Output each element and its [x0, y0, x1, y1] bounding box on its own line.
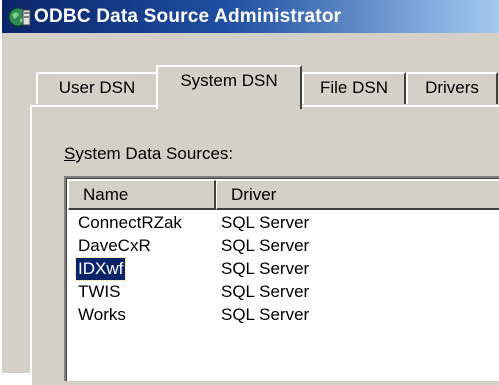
row-driver: SQL Server — [221, 213, 310, 232]
row-name: TWIS — [78, 282, 121, 301]
list-item[interactable]: ConnectRZak SQL Server — [68, 212, 499, 234]
label-text: ystem Data Sources: — [75, 144, 234, 163]
row-name: IDXwf — [74, 257, 127, 281]
tab-strip: User DSN System DSN File DSN Drivers — [2, 33, 499, 113]
window-title: ODBC Data Source Administrator — [34, 6, 342, 27]
tab-user-dsn[interactable]: User DSN — [36, 72, 158, 104]
odbc-admin-window: ODBC Data Source Administrator User DSN … — [0, 0, 499, 385]
list-header: Name Driver — [68, 180, 499, 210]
column-header-driver[interactable]: Driver — [216, 180, 499, 210]
system-data-sources-label: System Data Sources: — [64, 144, 233, 164]
tab-file-dsn[interactable]: File DSN — [302, 72, 406, 104]
list-item[interactable]: TWIS SQL Server — [68, 281, 499, 303]
row-name: DaveCxR — [78, 236, 151, 255]
row-name: Works — [78, 305, 126, 324]
column-header-name[interactable]: Name — [68, 180, 216, 210]
data-sources-list[interactable]: Name Driver ConnectRZak SQL Server DaveC… — [64, 176, 499, 381]
tab-drivers[interactable]: Drivers — [406, 72, 498, 104]
row-driver: SQL Server — [221, 236, 310, 255]
list-item[interactable]: DaveCxR SQL Server — [68, 235, 499, 257]
row-name: ConnectRZak — [78, 213, 182, 232]
row-driver: SQL Server — [221, 259, 310, 278]
label-mnemonic: S — [64, 144, 76, 163]
odbc-globe-icon — [8, 6, 32, 28]
title-bar[interactable]: ODBC Data Source Administrator — [2, 0, 499, 33]
list-item[interactable]: Works SQL Server — [68, 304, 499, 326]
tab-system-dsn[interactable]: System DSN — [156, 65, 302, 109]
list-item-selected[interactable]: IDXwf SQL Server — [68, 257, 499, 281]
row-driver: SQL Server — [221, 282, 310, 301]
row-driver: SQL Server — [221, 305, 310, 324]
